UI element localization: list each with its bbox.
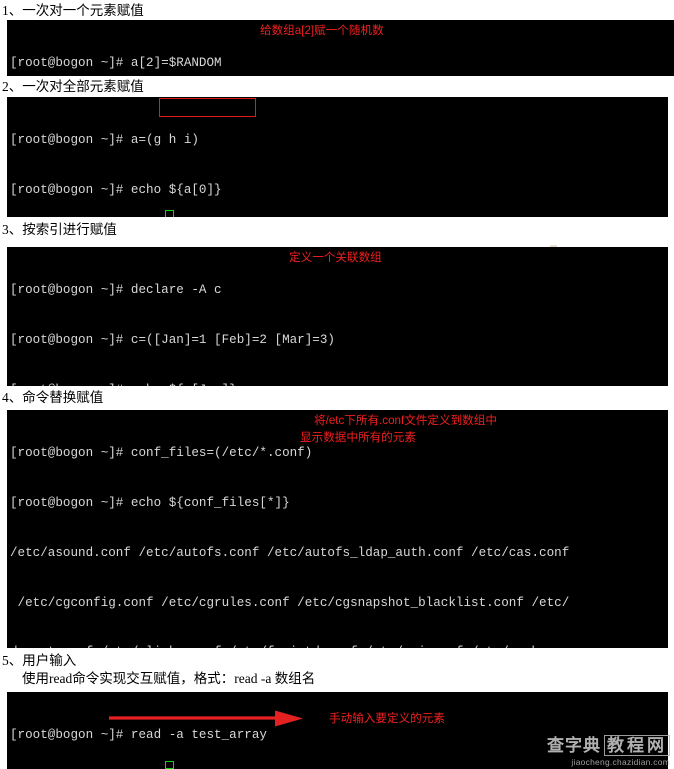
terminal-line: dracut.conf /etc/elinks.conf /etc/fprint…	[10, 644, 668, 648]
annotation-manual-input: 手动输入要定义的元素	[329, 712, 445, 725]
terminal-section-2[interactable]: [root@bogon ~]# a=(g h i) [root@bogon ~]…	[7, 97, 668, 217]
terminal-section-3[interactable]: [root@bogon ~]# declare -A c [root@bogon…	[7, 247, 668, 386]
terminal-line: [root@bogon ~]# c=([Jan]=1 [Feb]=2 [Mar]…	[10, 332, 335, 347]
red-arrow-icon	[109, 710, 303, 727]
section-heading-2: 2、一次对全部元素赋值	[2, 79, 144, 94]
section-heading-3: 3、按索引进行赋值	[2, 222, 117, 237]
section-5-subnote: 使用read命令实现交互赋值，格式：read -a 数组名	[22, 671, 316, 686]
highlight-box-array-assignment	[159, 98, 256, 117]
terminal-line: [root@bogon ~]# echo ${a[0]}	[10, 182, 222, 197]
green-cursor-marker	[165, 210, 174, 217]
terminal-line: [root@bogon ~]# conf_files=(/etc/*.conf)	[10, 446, 313, 461]
terminal-line: [root@bogon ~]# a=(g h i)	[10, 133, 199, 148]
terminal-line: /etc/cgconfig.conf /etc/cgrules.conf /et…	[10, 595, 570, 610]
section-heading-1: 1、一次对一个元素赋值	[2, 3, 144, 18]
watermark: 查字典 教程网 jiaocheng.chazidian.com	[547, 731, 670, 767]
watermark-brand: 查字典	[547, 736, 601, 755]
green-cursor-marker	[165, 761, 174, 769]
annotation-show-all-elements: 显示数据中所有的元素	[300, 431, 416, 444]
terminal-line: [root@bogon ~]# echo ${c[Jan]}	[10, 382, 668, 386]
terminal-line: [root@bogon ~]# a[2]=$RANDOM	[10, 56, 222, 71]
annotation-random-assign: 给数组a[2]赋一个随机数	[260, 24, 384, 37]
annotation-associative-array: 定义一个关联数组	[289, 251, 382, 264]
terminal-section-4[interactable]: [root@bogon ~]# conf_files=(/etc/*.conf)…	[7, 410, 668, 648]
terminal-line: /etc/asound.conf /etc/autofs.conf /etc/a…	[10, 545, 570, 560]
watermark-boxed-label: 教程网	[604, 735, 670, 756]
annotation-define-conf-files: 将/etc下所有.conf文件定义到数组中	[314, 414, 497, 427]
watermark-brand-row: 查字典 教程网	[547, 731, 670, 756]
section-heading-4: 4、命令替换赋值	[2, 390, 104, 405]
terminal-line: [root@bogon ~]# declare -A c	[10, 283, 222, 298]
terminal-section-1[interactable]: [root@bogon ~]# a[2]=$RANDOM [root@bogon…	[7, 20, 674, 76]
watermark-domain: jiaocheng.chazidian.com	[571, 757, 670, 767]
terminal-line: [root@bogon ~]# echo ${conf_files[*]}	[10, 495, 290, 510]
section-heading-5: 5、用户输入	[2, 653, 77, 668]
